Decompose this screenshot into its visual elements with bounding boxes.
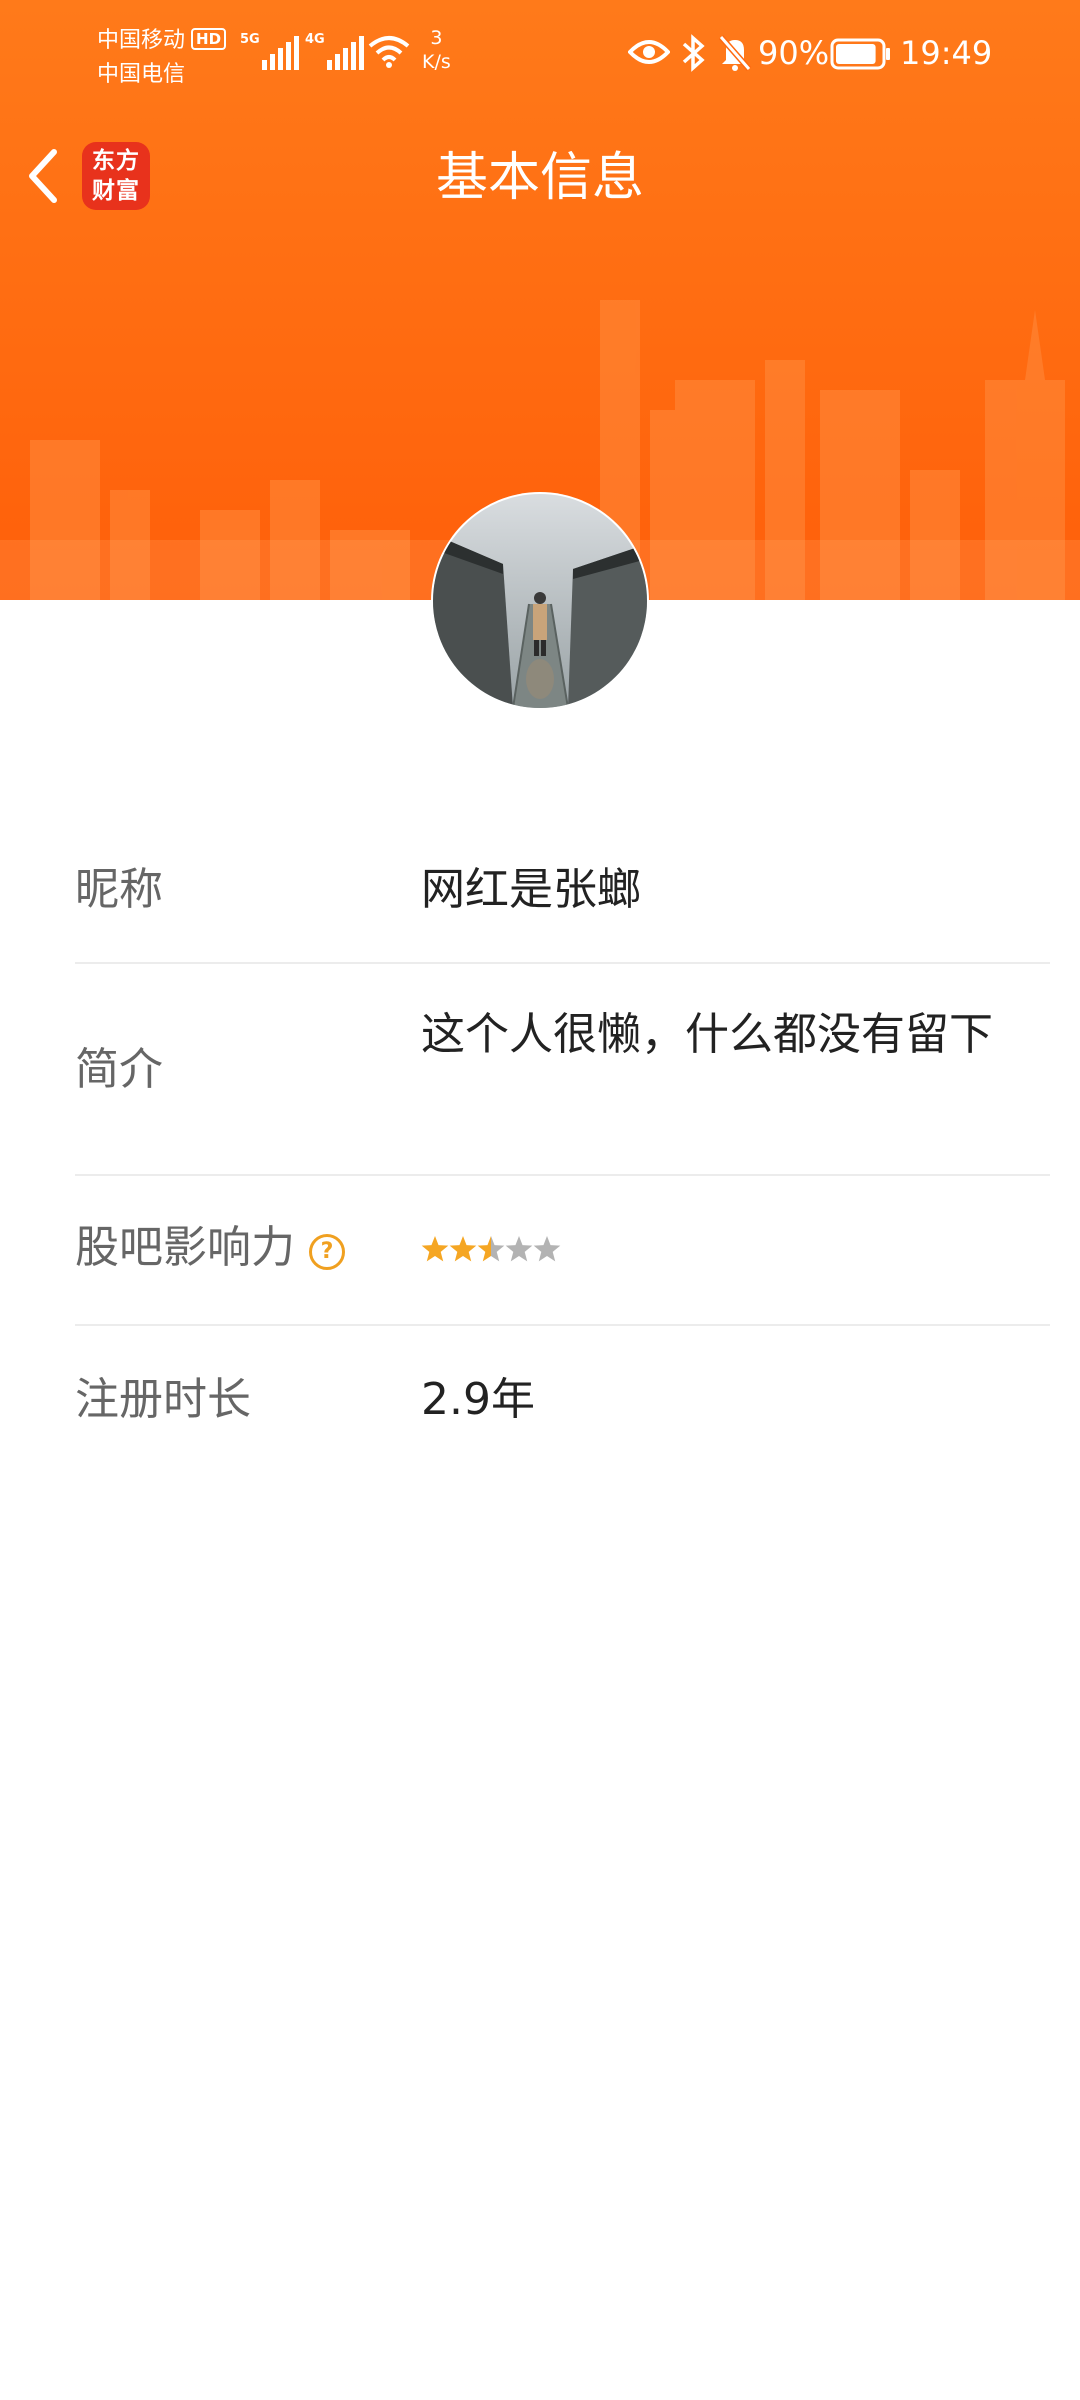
bio-value: 这个人很懒，什么都没有留下 bbox=[421, 1009, 993, 1060]
top-nav-bar: 东方 财富 基本信息 bbox=[0, 120, 1080, 240]
carrier-1-name: 中国移动 bbox=[97, 28, 186, 53]
carrier-2-name: 中国电信 bbox=[97, 62, 186, 87]
battery-percent: 90% bbox=[758, 34, 830, 72]
profile-info-list: 昵称 网红是张螂 简介 这个人很懒，什么都没有留下 股吧影响力? 注册时长 2.… bbox=[75, 820, 1050, 1476]
bell-muted-icon bbox=[718, 35, 752, 71]
wifi-icon bbox=[368, 36, 410, 68]
nickname-value: 网红是张螂 bbox=[421, 864, 641, 915]
network-speed: 3 K/s bbox=[422, 26, 451, 74]
net-5g-label: 5G bbox=[240, 32, 260, 47]
status-bar: 中国移动 HD 中国电信 5G 4G 3 K/s 90% 19:49 bbox=[0, 0, 1080, 110]
star-icon bbox=[505, 1236, 533, 1262]
help-icon[interactable]: ? bbox=[309, 1234, 345, 1270]
page-title: 基本信息 bbox=[435, 148, 644, 208]
star-icon bbox=[477, 1236, 505, 1262]
influence-label: 股吧影响力 bbox=[75, 1222, 295, 1273]
carrier-info: 中国移动 HD 中国电信 bbox=[97, 24, 227, 92]
list-item-influence: 股吧影响力? bbox=[75, 1176, 1050, 1326]
register-duration-value: 2.9年 bbox=[421, 1374, 535, 1425]
influence-star-rating bbox=[421, 1236, 561, 1262]
nickname-label: 昵称 bbox=[75, 864, 163, 915]
list-item-bio: 简介 这个人很懒，什么都没有留下 bbox=[75, 964, 1050, 1176]
net-4g-label: 4G bbox=[305, 32, 325, 47]
avatar[interactable] bbox=[433, 494, 647, 708]
influence-label-wrap: 股吧影响力? bbox=[75, 1220, 345, 1276]
clock-time: 19:49 bbox=[900, 34, 993, 72]
signal-bars-icon bbox=[327, 36, 364, 70]
star-icon bbox=[533, 1236, 561, 1262]
hd-badge: HD bbox=[191, 28, 227, 50]
speed-unit: K/s bbox=[422, 51, 451, 73]
register-duration-label: 注册时长 bbox=[75, 1374, 251, 1425]
speed-value: 3 bbox=[430, 27, 443, 49]
avatar-image bbox=[433, 494, 647, 708]
bluetooth-icon bbox=[682, 34, 705, 72]
star-icon bbox=[449, 1236, 477, 1262]
signal-bars-icon bbox=[262, 36, 299, 70]
list-item-register-duration: 注册时长 2.9年 bbox=[75, 1326, 1050, 1476]
list-item-nickname: 昵称 网红是张螂 bbox=[75, 820, 1050, 964]
battery-icon bbox=[830, 38, 890, 70]
bio-label: 简介 bbox=[75, 1044, 163, 1095]
battery-fill bbox=[836, 44, 876, 64]
star-icon bbox=[421, 1236, 449, 1262]
eye-icon bbox=[628, 40, 670, 64]
